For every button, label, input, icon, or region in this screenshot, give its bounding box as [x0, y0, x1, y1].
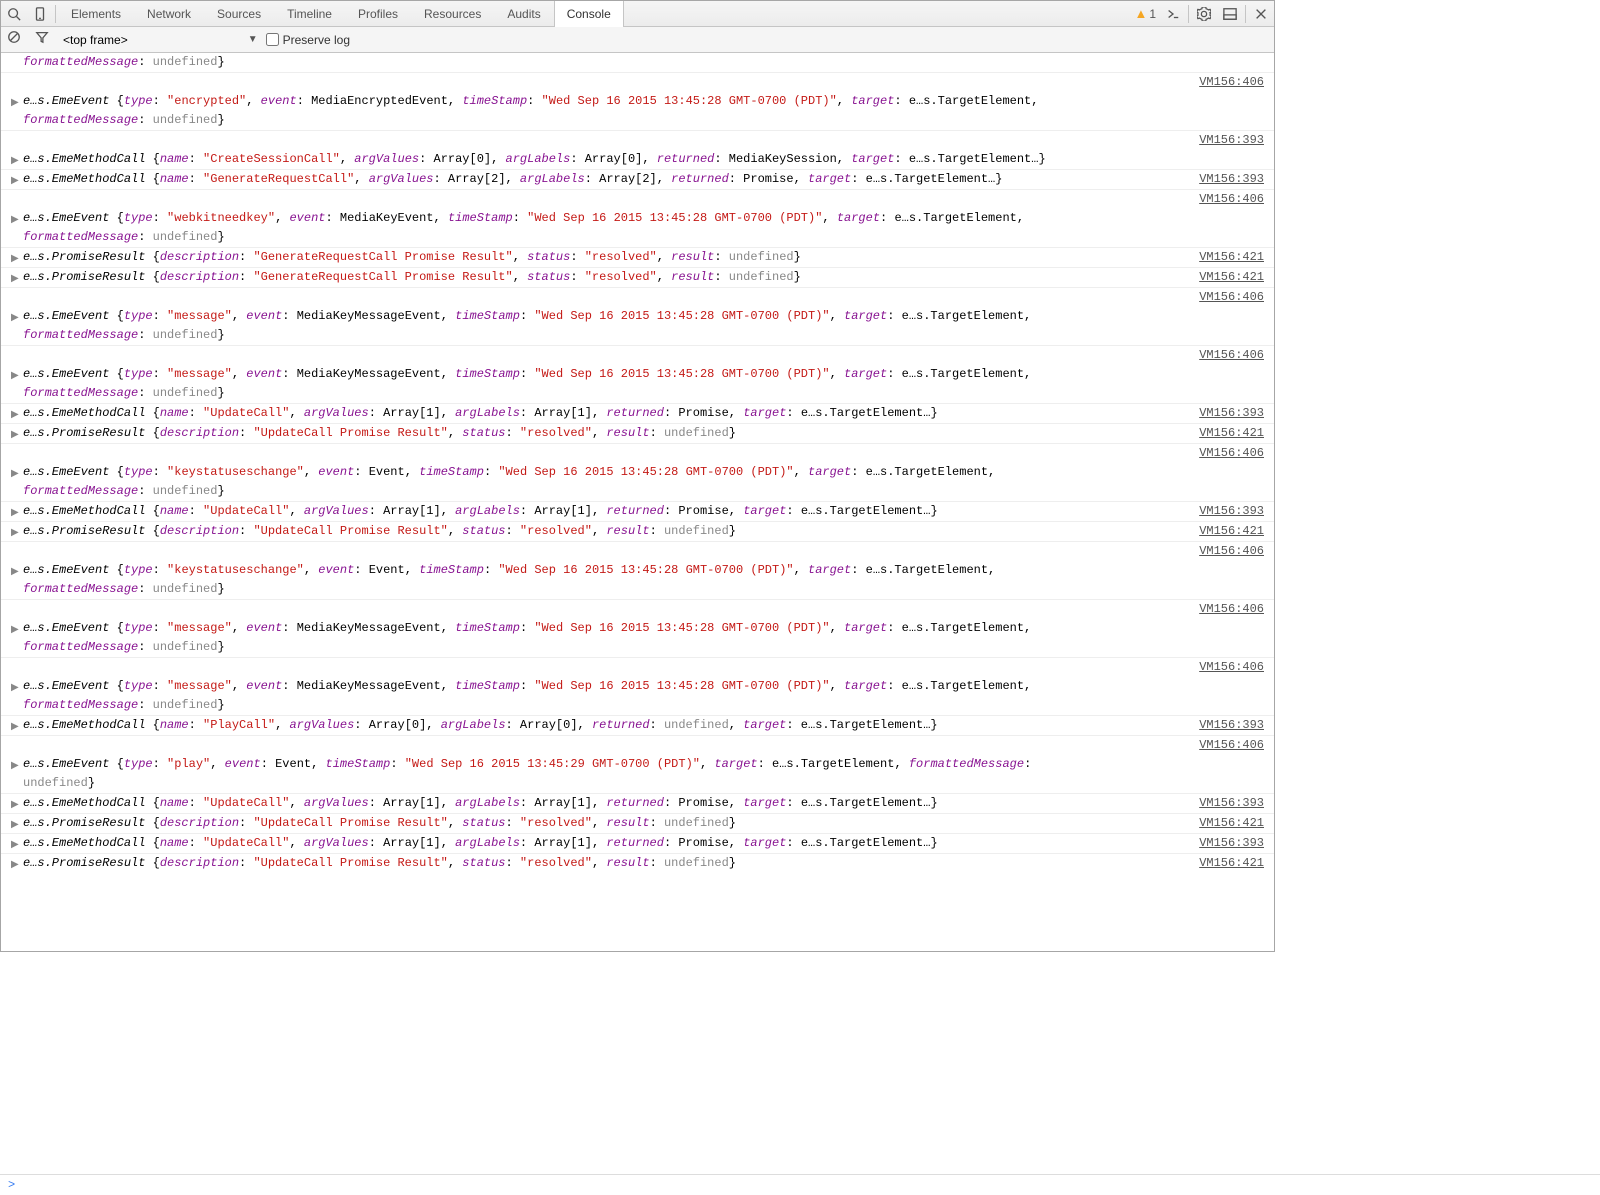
disclosure-triangle[interactable]: ▶ [11, 426, 19, 445]
log-row: formattedMessage: undefined} [1, 482, 1274, 501]
log-row: ▶VM156:393e…s.EmeMethodCall {name: "Play… [1, 715, 1274, 735]
separator [55, 5, 56, 23]
preserve-log-label: Preserve log [283, 33, 350, 47]
log-row: formattedMessage: undefined} [1, 384, 1274, 403]
filter-icon[interactable] [35, 30, 55, 50]
source-link[interactable]: VM156:406 [1, 735, 1274, 755]
log-row: ▶VM156:421e…s.PromiseResult {description… [1, 247, 1274, 267]
preserve-log-checkbox[interactable]: Preserve log [266, 33, 350, 47]
console-subtoolbar: <top frame> ▼ Preserve log [1, 27, 1274, 53]
log-row: ▶VM156:421e…s.PromiseResult {description… [1, 521, 1274, 541]
log-row: ▶e…s.EmeMethodCall {name: "CreateSession… [1, 150, 1274, 169]
source-link[interactable]: VM156:393 [1, 130, 1274, 150]
disclosure-triangle[interactable]: ▶ [11, 172, 19, 191]
tab-network[interactable]: Network [134, 1, 204, 27]
console-output: formattedMessage: undefined}VM156:406▶e…… [1, 53, 1274, 931]
log-row: formattedMessage: undefined} [1, 53, 1274, 72]
log-row: ▶VM156:393e…s.EmeMethodCall {name: "Upda… [1, 501, 1274, 521]
disclosure-triangle[interactable]: ▶ [11, 270, 19, 289]
log-row: ▶e…s.EmeEvent {type: "keystatuseschange"… [1, 463, 1274, 482]
source-link[interactable]: VM156:393 [1189, 404, 1264, 423]
tab-audits[interactable]: Audits [494, 1, 553, 27]
source-link[interactable]: VM156:421 [1189, 268, 1264, 287]
source-link[interactable]: VM156:421 [1189, 854, 1264, 873]
tab-timeline[interactable]: Timeline [274, 1, 345, 27]
log-row: ▶e…s.EmeEvent {type: "webkitneedkey", ev… [1, 209, 1274, 228]
preserve-log-input[interactable] [266, 33, 279, 46]
log-row: formattedMessage: undefined} [1, 696, 1274, 715]
source-link[interactable]: VM156:406 [1, 345, 1274, 365]
log-row: formattedMessage: undefined} [1, 326, 1274, 345]
log-row: undefined} [1, 774, 1274, 793]
source-link[interactable]: VM156:406 [1, 599, 1274, 619]
source-link[interactable]: VM156:421 [1189, 814, 1264, 833]
frame-selector-label: <top frame> [63, 33, 128, 47]
separator [1245, 5, 1246, 23]
settings-icon[interactable] [1191, 1, 1217, 27]
source-link[interactable]: VM156:393 [1189, 794, 1264, 813]
device-mode-icon[interactable] [27, 1, 53, 27]
warnings-badge[interactable]: ▲ 1 [1130, 6, 1160, 21]
source-link[interactable]: VM156:406 [1, 541, 1274, 561]
log-row: ▶e…s.EmeEvent {type: "encrypted", event:… [1, 92, 1274, 111]
log-row: ▶e…s.EmeEvent {type: "message", event: M… [1, 677, 1274, 696]
source-link[interactable]: VM156:421 [1189, 424, 1264, 443]
warning-count: 1 [1149, 7, 1156, 21]
source-link[interactable]: VM156:406 [1, 657, 1274, 677]
log-row: ▶VM156:393e…s.EmeMethodCall {name: "Upda… [1, 833, 1274, 853]
log-row: ▶e…s.EmeEvent {type: "message", event: M… [1, 619, 1274, 638]
log-row: ▶e…s.EmeEvent {type: "play", event: Even… [1, 755, 1274, 774]
warning-icon: ▲ [1134, 6, 1147, 21]
log-row: ▶e…s.EmeEvent {type: "keystatuseschange"… [1, 561, 1274, 580]
source-link[interactable]: VM156:421 [1189, 248, 1264, 267]
log-row: formattedMessage: undefined} [1, 111, 1274, 130]
close-icon[interactable] [1248, 1, 1274, 27]
devtools-toolbar: ElementsNetworkSourcesTimelineProfilesRe… [1, 1, 1274, 27]
source-link[interactable]: VM156:406 [1, 72, 1274, 92]
tab-profiles[interactable]: Profiles [345, 1, 411, 27]
tab-resources[interactable]: Resources [411, 1, 494, 27]
tab-console[interactable]: Console [554, 1, 624, 27]
tab-sources[interactable]: Sources [204, 1, 274, 27]
disclosure-triangle[interactable]: ▶ [11, 524, 19, 543]
console-prompt[interactable]: > [0, 1174, 1600, 1194]
source-link[interactable]: VM156:406 [1, 443, 1274, 463]
source-link[interactable]: VM156:421 [1189, 522, 1264, 541]
dock-icon[interactable] [1217, 1, 1243, 27]
source-link[interactable]: VM156:393 [1189, 716, 1264, 735]
log-row: formattedMessage: undefined} [1, 580, 1274, 599]
tab-elements[interactable]: Elements [58, 1, 134, 27]
log-row: ▶VM156:421e…s.PromiseResult {description… [1, 813, 1274, 833]
separator [1188, 5, 1189, 23]
log-row: ▶VM156:393e…s.EmeMethodCall {name: "Gene… [1, 169, 1274, 189]
log-row: ▶VM156:393e…s.EmeMethodCall {name: "Upda… [1, 793, 1274, 813]
source-link[interactable]: VM156:393 [1189, 170, 1264, 189]
log-row: formattedMessage: undefined} [1, 228, 1274, 247]
source-link[interactable]: VM156:406 [1, 287, 1274, 307]
console-prompt-icon[interactable] [1160, 1, 1186, 27]
source-link[interactable]: VM156:393 [1189, 834, 1264, 853]
source-link[interactable]: VM156:406 [1, 189, 1274, 209]
log-row: ▶e…s.EmeEvent {type: "message", event: M… [1, 365, 1274, 384]
chevron-down-icon: ▼ [248, 34, 258, 45]
log-row: ▶VM156:393e…s.EmeMethodCall {name: "Upda… [1, 403, 1274, 423]
disclosure-triangle[interactable]: ▶ [11, 856, 19, 875]
disclosure-triangle[interactable]: ▶ [11, 718, 19, 737]
log-row: ▶VM156:421e…s.PromiseResult {description… [1, 423, 1274, 443]
log-row: ▶VM156:421e…s.PromiseResult {description… [1, 853, 1274, 873]
log-row: ▶VM156:421e…s.PromiseResult {description… [1, 267, 1274, 287]
log-row: ▶e…s.EmeEvent {type: "message", event: M… [1, 307, 1274, 326]
source-link[interactable]: VM156:393 [1189, 502, 1264, 521]
frame-selector[interactable]: <top frame> ▼ [63, 33, 258, 47]
prompt-caret: > [8, 1178, 15, 1192]
log-row: formattedMessage: undefined} [1, 638, 1274, 657]
search-icon[interactable] [1, 1, 27, 27]
clear-console-icon[interactable] [7, 30, 27, 50]
panel-tabs: ElementsNetworkSourcesTimelineProfilesRe… [58, 1, 624, 27]
